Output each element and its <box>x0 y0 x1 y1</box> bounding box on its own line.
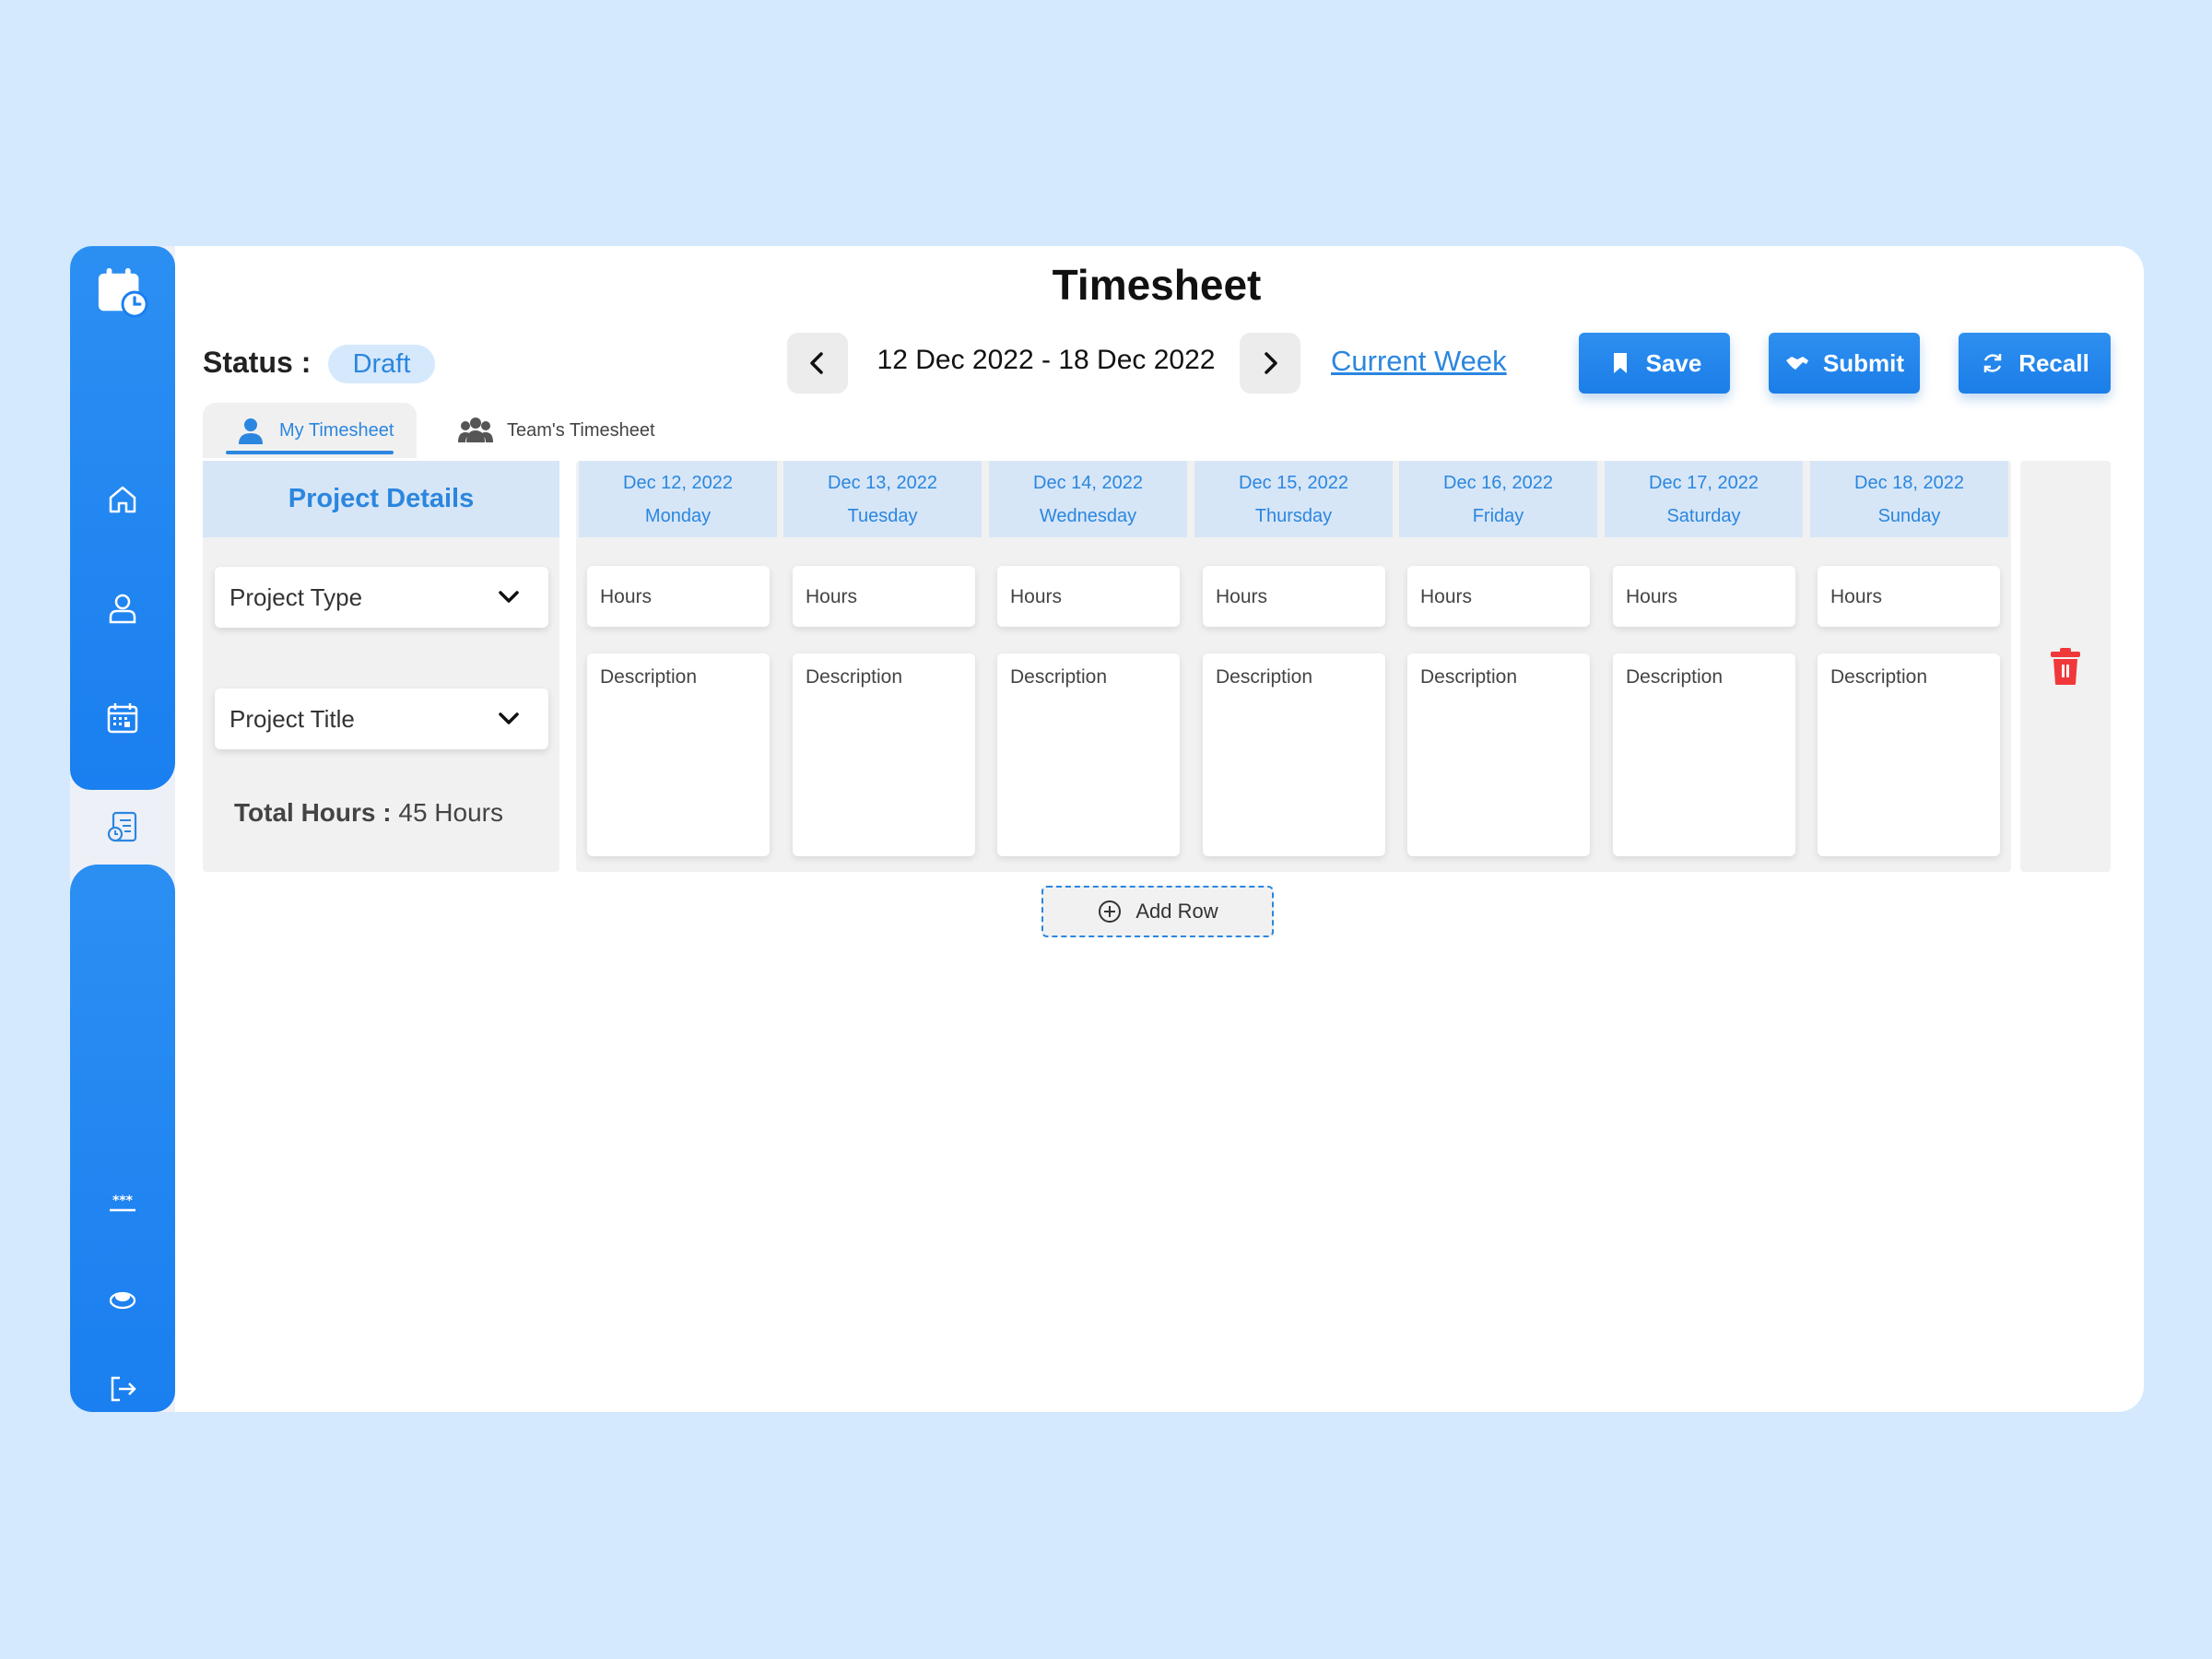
current-week-link[interactable]: Current Week <box>1331 345 1507 378</box>
password-icon[interactable]: *** <box>100 1182 146 1228</box>
team-icon <box>458 418 493 442</box>
user-icon[interactable] <box>100 585 146 631</box>
day-date: Dec 15, 2022 <box>1239 473 1348 493</box>
tab-team-timesheet[interactable]: Team's Timesheet <box>457 403 697 458</box>
hours-input[interactable]: Hours <box>1818 566 2000 627</box>
plus-circle-icon <box>1099 900 1122 923</box>
description-input[interactable]: Description <box>1203 653 1385 856</box>
previous-week-button[interactable] <box>787 333 848 394</box>
day-weekday: Monday <box>644 506 712 526</box>
project-type-placeholder: Project Type <box>229 582 363 611</box>
day-header: Dec 12, 2022 Monday <box>579 461 777 537</box>
bookmark-icon <box>1613 353 1627 373</box>
chevron-right-icon <box>1265 352 1277 374</box>
project-title-placeholder: Project Title <box>229 704 355 733</box>
next-week-button[interactable] <box>1240 333 1300 394</box>
description-input[interactable]: Description <box>997 653 1180 856</box>
user-icon <box>239 418 263 444</box>
day-weekday: Wednesday <box>1039 506 1137 526</box>
calendar-icon[interactable] <box>100 695 146 741</box>
tab-label: Team's Timesheet <box>507 419 655 441</box>
day-header: Dec 14, 2022 Wednesday <box>989 461 1187 537</box>
day-weekday: Saturday <box>1666 506 1741 526</box>
description-input[interactable]: Description <box>1407 653 1590 856</box>
tab-label: My Timesheet <box>279 419 394 441</box>
project-type-select[interactable]: Project Type <box>215 567 548 628</box>
chevron-down-icon <box>499 712 519 724</box>
save-label: Save <box>1645 348 1702 377</box>
add-row-label: Add Row <box>1135 900 1218 923</box>
description-input[interactable]: Description <box>793 653 975 856</box>
sidebar-bottom-panel <box>70 865 175 1412</box>
save-button[interactable]: Save <box>1579 333 1730 394</box>
day-date: Dec 17, 2022 <box>1649 473 1759 493</box>
day-date: Dec 12, 2022 <box>623 473 733 493</box>
day-header: Dec 15, 2022 Thursday <box>1194 461 1393 537</box>
hours-input[interactable]: Hours <box>1613 566 1795 627</box>
day-weekday: Tuesday <box>847 506 918 526</box>
chevron-left-icon <box>810 352 823 374</box>
day-date: Dec 18, 2022 <box>1854 473 1964 493</box>
day-header: Dec 18, 2022 Sunday <box>1810 461 2008 537</box>
refresh-icon <box>1983 354 2002 372</box>
tab-my-timesheet[interactable]: My Timesheet <box>203 403 417 458</box>
chevron-down-icon <box>499 591 519 603</box>
add-row-button[interactable]: Add Row <box>1041 886 1274 937</box>
hours-input[interactable]: Hours <box>587 566 770 627</box>
description-input[interactable]: Description <box>1818 653 2000 856</box>
timesheet-icon[interactable] <box>100 805 146 851</box>
sidebar: *** <box>70 246 175 1412</box>
active-tab-indicator <box>226 451 394 454</box>
logout-icon[interactable] <box>100 1366 146 1412</box>
total-hours-value: 45 Hours <box>398 798 503 827</box>
svg-text:***: *** <box>112 1194 134 1208</box>
day-header: Dec 16, 2022 Friday <box>1399 461 1597 537</box>
date-range: 12 Dec 2022 - 18 Dec 2022 <box>877 345 1216 375</box>
status-label: Status : <box>203 346 312 379</box>
handshake-icon <box>1785 357 1808 370</box>
page-title: Timesheet <box>1052 261 1262 309</box>
recall-button[interactable]: Recall <box>1959 333 2111 394</box>
recall-label: Recall <box>2018 348 2089 377</box>
calendar-clock-logo-icon[interactable] <box>95 265 150 320</box>
support-icon[interactable] <box>100 1277 146 1323</box>
total-hours: Total Hours : 45 Hours <box>234 798 503 828</box>
total-hours-label: Total Hours : <box>234 798 392 827</box>
day-weekday: Sunday <box>1877 506 1941 526</box>
delete-row-trash-icon[interactable] <box>2048 647 2083 686</box>
submit-button[interactable]: Submit <box>1769 333 1920 394</box>
hours-input[interactable]: Hours <box>793 566 975 627</box>
day-header: Dec 13, 2022 Tuesday <box>783 461 982 537</box>
day-weekday: Friday <box>1472 506 1524 526</box>
description-input[interactable]: Description <box>587 653 770 856</box>
day-date: Dec 13, 2022 <box>828 473 937 493</box>
project-details-heading: Project Details <box>203 461 559 537</box>
submit-label: Submit <box>1822 348 1905 377</box>
day-date: Dec 14, 2022 <box>1033 473 1143 493</box>
day-header: Dec 17, 2022 Saturday <box>1605 461 1803 537</box>
day-date: Dec 16, 2022 <box>1443 473 1553 493</box>
project-title-select[interactable]: Project Title <box>215 688 548 749</box>
hours-input[interactable]: Hours <box>997 566 1180 627</box>
hours-input[interactable]: Hours <box>1203 566 1385 627</box>
day-weekday: Thursday <box>1254 506 1333 526</box>
status-badge: Draft <box>328 345 435 383</box>
hours-input[interactable]: Hours <box>1407 566 1590 627</box>
home-icon[interactable] <box>100 477 146 523</box>
description-input[interactable]: Description <box>1613 653 1795 856</box>
